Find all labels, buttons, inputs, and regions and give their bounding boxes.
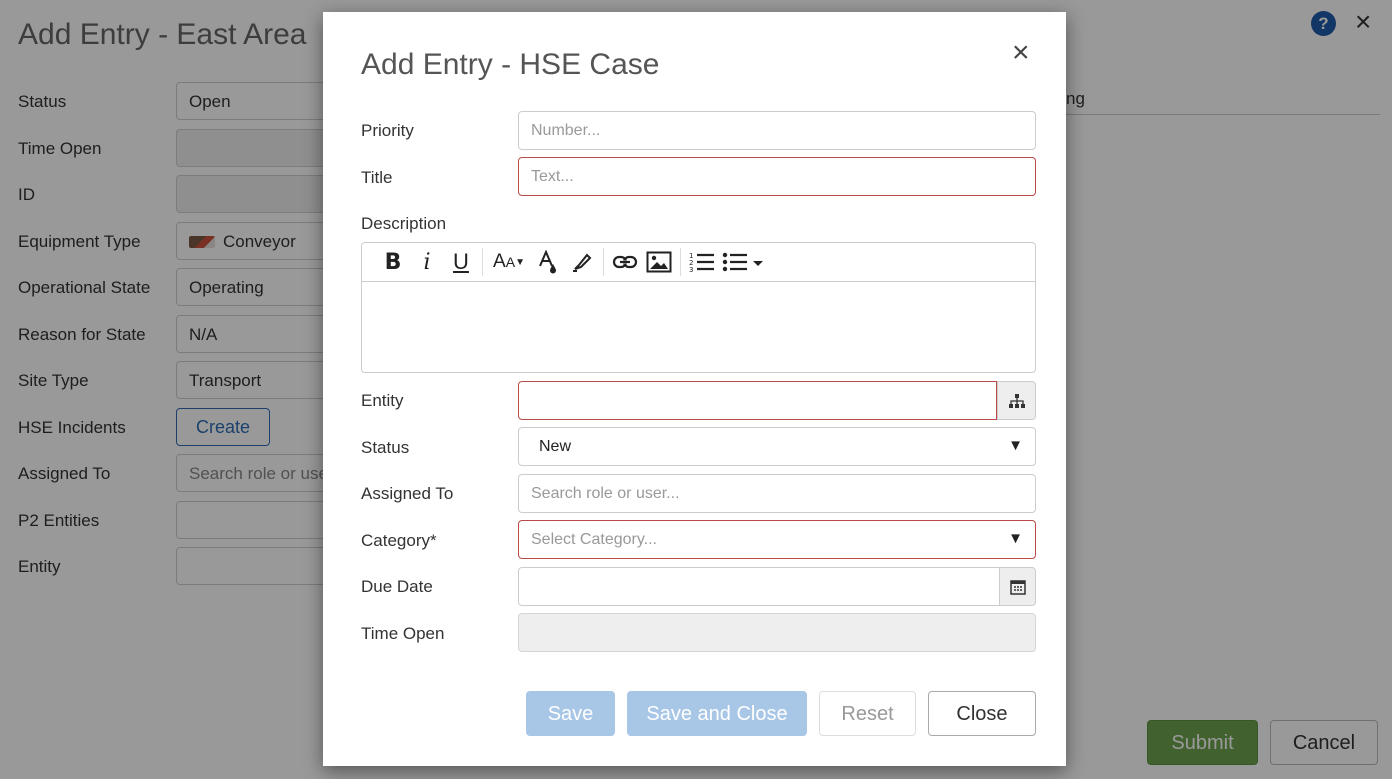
italic-icon[interactable]: i [410,247,444,277]
modal-close-icon[interactable]: × [1012,38,1030,68]
toolbar-separator [482,248,483,276]
status-select[interactable]: New ▼ [518,427,1036,466]
calendar-icon [1009,579,1026,595]
category-select[interactable]: Select Category... ▼ [518,520,1036,559]
category-placeholder: Select Category... [531,531,657,548]
modal-title: Add Entry - HSE Case [361,48,660,81]
time-open-label: Time Open [361,624,445,643]
unordered-list-icon[interactable] [719,247,767,277]
font-color-icon[interactable] [531,247,565,277]
description-label: Description [361,214,447,233]
assigned-to-label: Assigned To [361,484,454,503]
reset-button[interactable]: Reset [819,691,916,736]
editor-toolbar: B i U A A ▼ 123 [362,243,1035,282]
description-editor-body[interactable] [362,282,1035,372]
entity-tree-button[interactable] [997,381,1036,420]
image-icon[interactable] [642,247,676,277]
underline-icon[interactable]: U [444,247,478,277]
status-selected-value: New [539,438,572,455]
chevron-down-icon: ▼ [1008,437,1023,454]
close-button[interactable]: Close [928,691,1036,736]
save-and-close-button[interactable]: Save and Close [627,691,807,736]
due-date-label: Due Date [361,577,433,596]
category-label: Category* [361,531,437,550]
svg-text:3: 3 [689,266,693,273]
toolbar-separator [680,248,681,276]
time-open-field [518,613,1036,652]
priority-input[interactable]: Number... [518,111,1036,150]
due-date-input[interactable] [518,567,1000,606]
title-label: Title [361,168,393,187]
calendar-button[interactable] [999,567,1036,606]
save-button[interactable]: Save [526,691,615,736]
description-editor: B i U A A ▼ 123 [361,242,1036,373]
chevron-down-icon: ▼ [1008,530,1023,547]
toolbar-separator [603,248,604,276]
hierarchy-icon [1008,393,1025,408]
entity-label: Entity [361,391,404,410]
status-label: Status [361,438,410,457]
add-entry-modal: Add Entry - HSE Case × Priority Number..… [323,12,1066,766]
link-icon[interactable] [608,247,642,277]
ordered-list-icon[interactable]: 123 [685,247,719,277]
assigned-to-input[interactable]: Search role or user... [518,474,1036,513]
priority-label: Priority [361,121,414,140]
entity-input[interactable] [518,381,997,420]
bold-icon[interactable]: B [376,247,410,277]
font-size-icon[interactable]: A A ▼ [487,247,531,277]
highlighter-icon[interactable] [565,247,599,277]
title-input[interactable]: Text... [518,157,1036,196]
